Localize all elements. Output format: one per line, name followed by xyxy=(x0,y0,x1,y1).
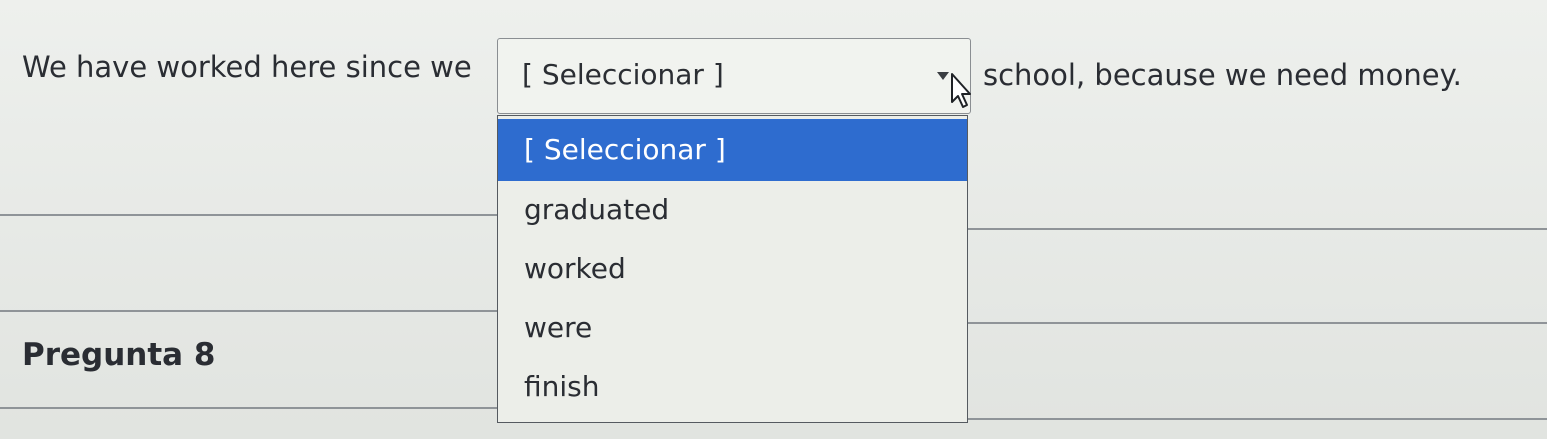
question-text-before: We have worked here since we xyxy=(22,50,472,84)
option-seleccionar[interactable]: [ Seleccionar ] xyxy=(498,119,967,181)
divider-line xyxy=(968,228,1547,230)
select-dropdown-list: [ Seleccionar ] graduated worked were fi… xyxy=(497,115,968,423)
divider-line xyxy=(0,310,498,312)
divider-line xyxy=(0,407,498,409)
answer-select[interactable]: [ Seleccionar ] xyxy=(497,38,971,114)
select-current-value: [ Seleccionar ] xyxy=(522,58,724,91)
mouse-pointer-icon xyxy=(951,73,971,108)
option-were[interactable]: were xyxy=(498,297,967,359)
divider-line xyxy=(968,322,1547,324)
option-finish[interactable]: finish xyxy=(498,356,967,418)
option-graduated[interactable]: graduated xyxy=(498,179,967,241)
question-number-heading: Pregunta 8 xyxy=(22,337,216,373)
quiz-page: We have worked here since we [ Seleccion… xyxy=(0,0,1547,439)
question-text-after: school, because we need money. xyxy=(983,58,1462,92)
divider-line xyxy=(968,418,1547,420)
divider-line xyxy=(0,214,498,216)
option-worked[interactable]: worked xyxy=(498,238,967,300)
